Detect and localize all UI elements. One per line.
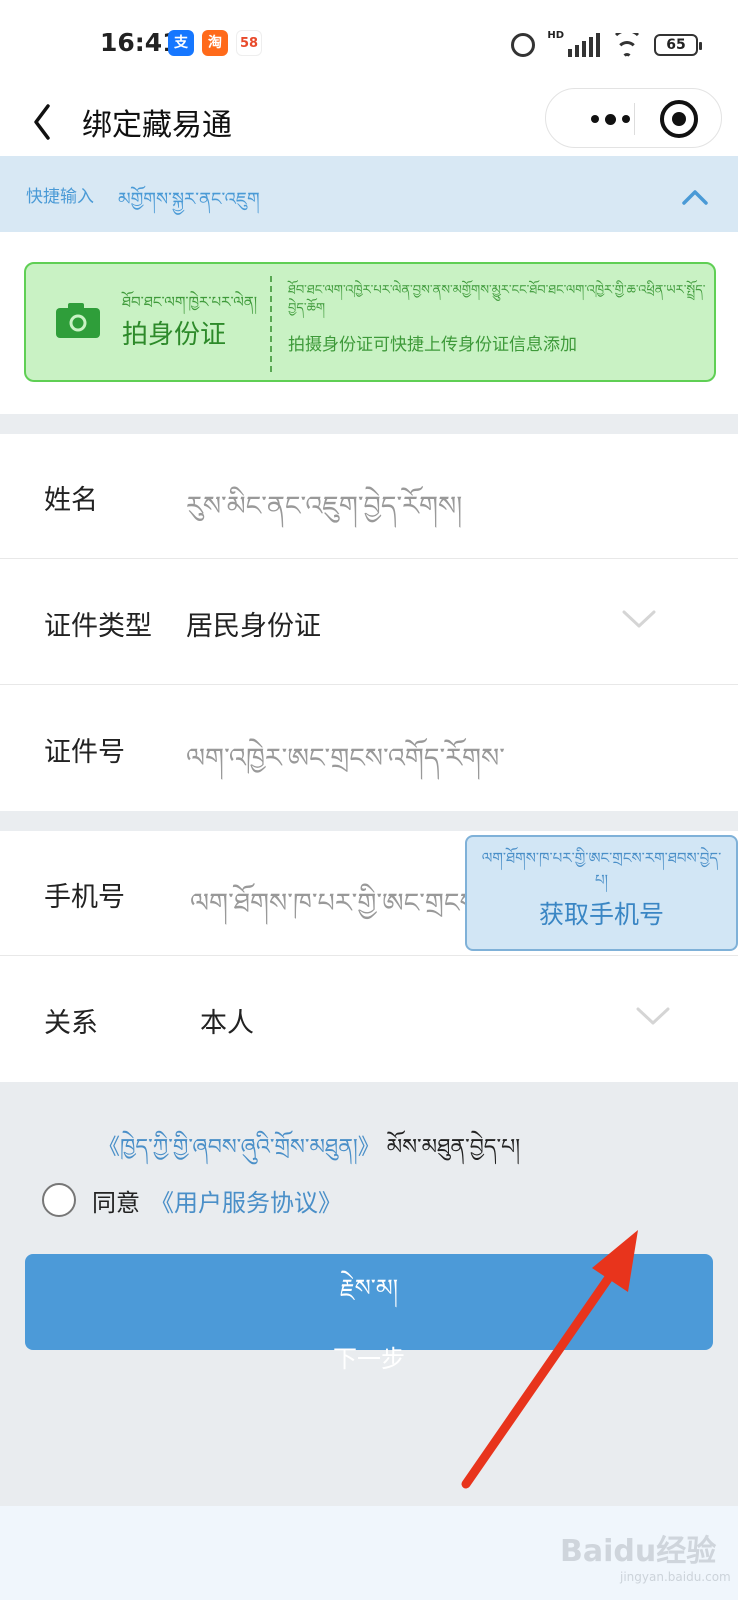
battery-icon: 65 — [654, 34, 702, 56]
quick-input-toggle[interactable]: 快捷输入 མགྱོགས་སྐྱར་ནང་འཇུག — [0, 156, 738, 232]
close-miniprogram-icon[interactable] — [660, 100, 698, 138]
chevron-up-icon — [682, 190, 708, 205]
agree-radio[interactable] — [42, 1183, 76, 1217]
phone-label: 手机号 — [44, 882, 125, 913]
page-title: 绑定藏易通 — [82, 108, 232, 143]
quick-input-label-tibetan: མགྱོགས་སྐྱར་ནང་འཇུག — [118, 189, 260, 210]
capsule-divider — [634, 103, 635, 135]
id-type-select[interactable]: 居民身份证 — [186, 604, 321, 643]
wifi-icon — [612, 33, 642, 57]
status-bar: 16:41 支 淘 58 HD 65 — [0, 0, 738, 88]
agreement-consent-tibetan: མོས་མཐུན་བྱེད་པ། — [386, 1135, 521, 1160]
get-phone-label: 获取手机号 — [538, 900, 664, 929]
get-phone-number-button[interactable]: ལག་ཐོགས་ཁ་པར་གྱི་ཨང་གྲངས་རག་ཐབས་བྱེད་པ། … — [465, 835, 738, 951]
name-input[interactable]: རུས་མིང་ནང་འཇུག་བྱེད་རོགས། — [186, 476, 706, 552]
watermark-text: Baidu经验 — [560, 1534, 717, 1569]
scan-desc: 拍摄身份证可快捷上传身份证信息添加 — [288, 335, 577, 355]
alipay-icon: 支 — [168, 30, 194, 56]
next-label: 下一步 — [333, 1345, 405, 1373]
next-label-tibetan: རྗེས་མ། — [339, 1274, 399, 1302]
id-number-label: 证件号 — [44, 737, 125, 768]
taobao-icon: 淘 — [202, 30, 228, 56]
camera-icon — [56, 303, 100, 338]
id-type-label: 证件类型 — [44, 611, 152, 642]
user-agreement-link[interactable]: 《用户服务协议》 — [150, 1183, 342, 1218]
miniprogram-capsule — [545, 88, 722, 148]
section-separator — [0, 811, 738, 831]
scan-desc-tibetan: ཐོབ་ཐང་ལག་འཁྱེར་པར་ལེན་བྱས་ནས་མགྱོགས་མྱུ… — [288, 283, 706, 316]
navigation-bar: 绑定藏易通 — [0, 88, 738, 156]
status-indicators: HD 65 — [511, 29, 702, 60]
agreement-row: 同意 《用户服务协议》 — [42, 1182, 342, 1218]
watermark-url: jingyan.baidu.com — [620, 1570, 731, 1584]
58-app-icon: 58 — [236, 30, 262, 56]
relation-label: 关系 — [44, 1008, 98, 1039]
agreement-link-tibetan[interactable]: 《ཁྱེད་ཀྱི་གྱི་ཞབས་ཞུའི་གྲོས་མཐུན།》 — [98, 1135, 380, 1160]
name-row: 姓名 རུས་མིང་ནང་འཇུག་བྱེད་རོགས། — [0, 434, 738, 559]
agree-label: 同意 — [92, 1188, 140, 1217]
section-separator — [0, 414, 738, 434]
id-number-row: 证件号 ལག་འཁྱེར་ཨང་གྲངས་འགོད་རོགས་ — [0, 686, 738, 811]
phone-input[interactable]: ལག་ཐོགས་ཁ་པར་གྱི་ཨང་གྲངས་ — [190, 873, 465, 949]
quick-input-label: 快捷输入 — [26, 187, 94, 207]
scan-label: 拍身份证 — [122, 320, 227, 350]
next-step-button[interactable]: རྗེས་མ། 下一步 — [25, 1254, 713, 1373]
id-type-row[interactable]: 证件类型 居民身份证 — [0, 560, 738, 685]
baidu-watermark: Baidu经验 jingyan.baidu.com — [560, 1526, 731, 1584]
scan-id-card-button[interactable]: ཐོབ་ཐང་ལག་ཁྱེར་པར་ལེན། 拍身份证 ཐོབ་ཐང་ལག་འཁ… — [24, 262, 716, 382]
relation-row[interactable]: 关系 本人 — [0, 957, 738, 1082]
back-arrow-icon[interactable] — [30, 100, 74, 144]
agreement-section: 《ཁྱེད་ཀྱི་གྱི་ཞབས་ཞུའི་གྲོས་མཐུན།》 མོས་མ… — [0, 1082, 738, 1506]
more-options-icon[interactable] — [570, 89, 650, 149]
name-label: 姓名 — [44, 485, 98, 516]
dashed-divider — [270, 276, 272, 372]
signal-icon — [568, 33, 600, 57]
relation-select[interactable]: 本人 — [200, 1001, 254, 1040]
alarm-icon — [511, 33, 536, 57]
chevron-down-icon — [636, 1007, 670, 1025]
get-phone-label-tibetan: ལག་ཐོགས་ཁ་པར་གྱི་ཨང་གྲངས་རག་ཐབས་བྱེད་པ། — [481, 849, 722, 889]
id-number-input[interactable]: ལག་འཁྱེར་ཨང་གྲངས་འགོད་རོགས་ — [186, 728, 706, 804]
chevron-down-icon — [622, 610, 656, 628]
network-type: HD — [547, 29, 564, 41]
agreement-text-tibetan: 《ཁྱེད་ཀྱི་གྱི་ཞབས་ཞུའི་གྲོས་མཐུན།》 མོས་མ… — [98, 1122, 520, 1184]
